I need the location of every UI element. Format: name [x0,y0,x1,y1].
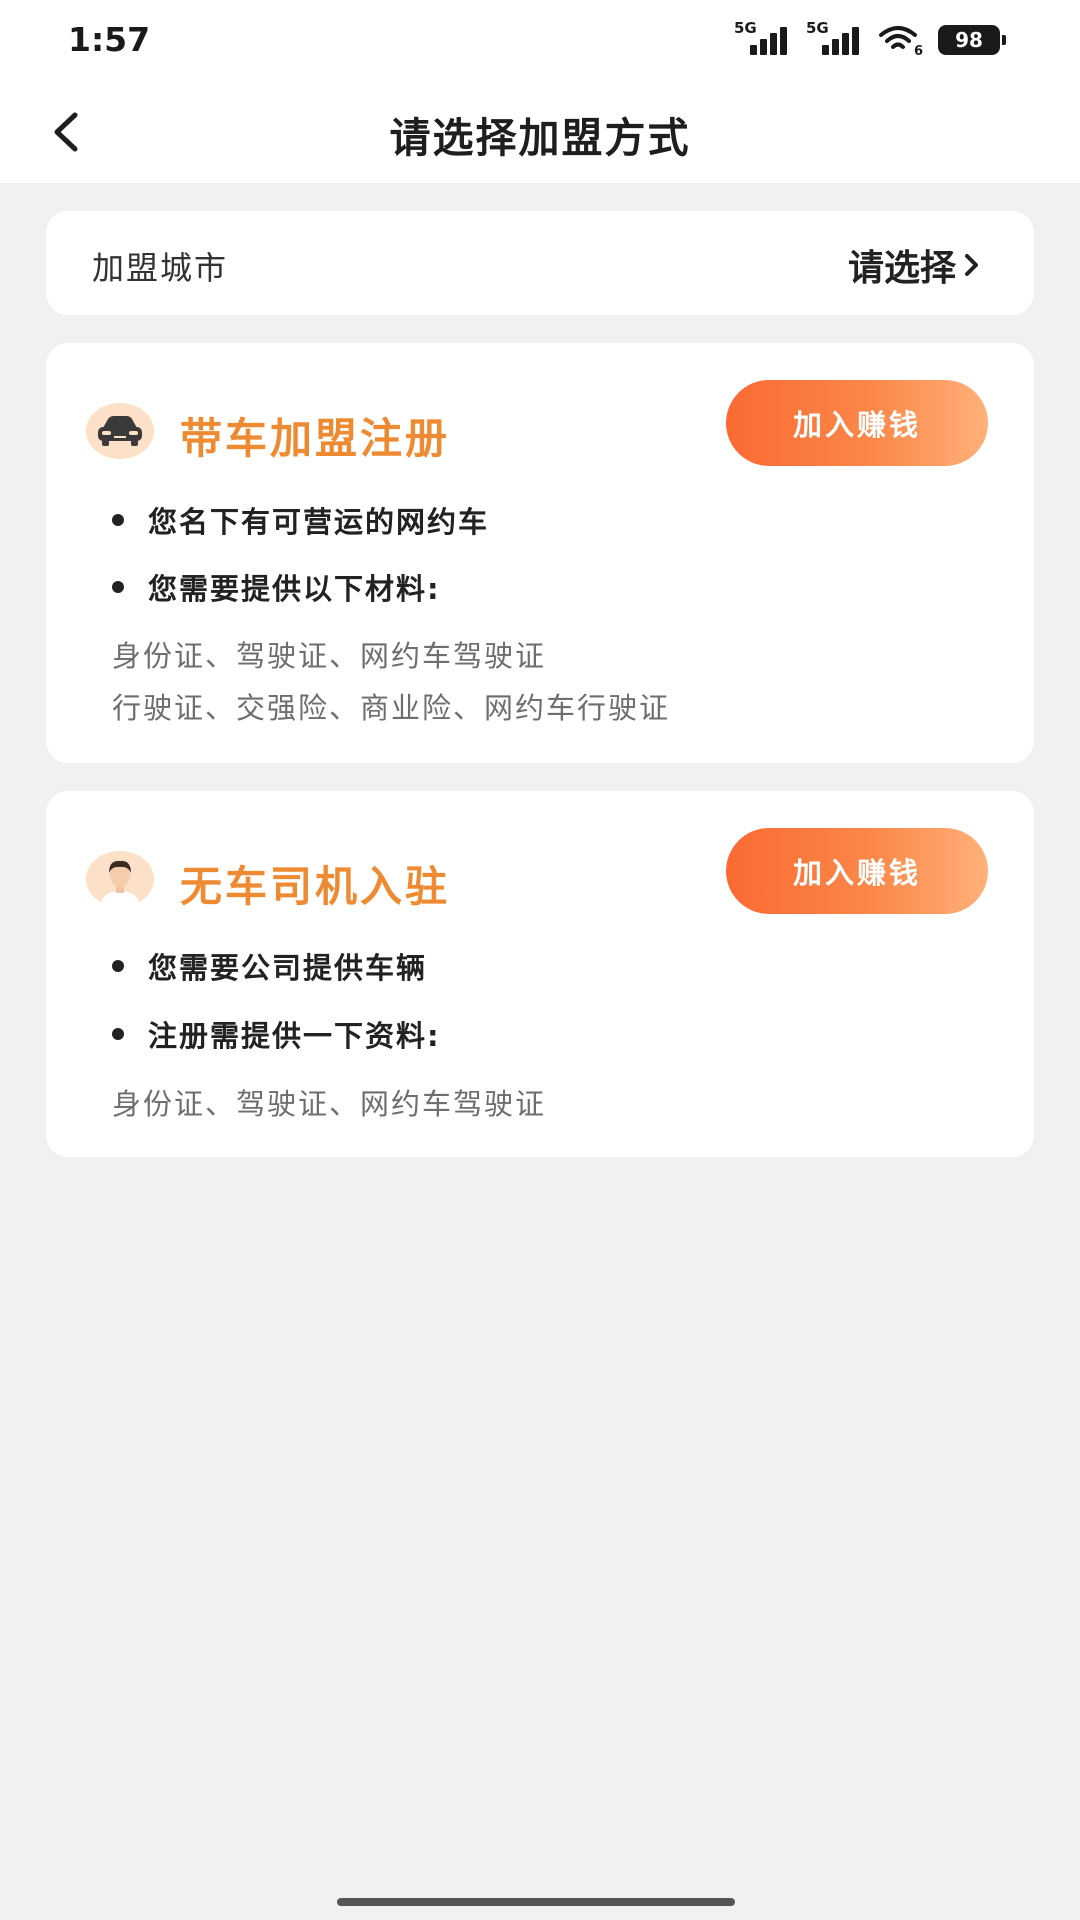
driver-avatar-icon [86,851,154,907]
city-label: 加盟城市 [92,249,229,287]
materials-line: 行驶证、交强险、商业险、网约车行驶证 [112,691,671,725]
bullet-text: 您需要提供以下材料: [148,572,441,606]
page-title: 请选择加盟方式 [389,114,691,162]
home-indicator[interactable] [337,1898,735,1906]
screen: 1:57 5G 5G 6 98 请选择加盟方式 加盟城市 请选择 带车加盟注册 … [0,0,1080,1920]
battery-icon: 98 [938,25,1006,55]
list-item: 注册需提供一下资料: [112,1013,441,1055]
bullet-text: 您需要公司提供车辆 [148,951,428,985]
bullet-dot [112,581,124,593]
list-item: 您需要公司提供车辆 [112,945,427,987]
wifi-badge: 6 [914,44,923,57]
signal-icon: 5G [806,19,864,57]
top-bar: 1:57 5G 5G 6 98 请选择加盟方式 [0,0,1080,183]
card-title: 带车加盟注册 [180,414,451,463]
join-card-without-car: 无车司机入驻 加入赚钱 您需要公司提供车辆 注册需提供一下资料: 身份证、驾驶证… [46,791,1034,1157]
join-earn-button[interactable]: 加入赚钱 [726,380,988,466]
list-item: 您名下有可营运的网约车 [112,499,489,541]
city-select-button[interactable]: 请选择 [848,239,982,291]
bullet-dot [112,960,124,972]
list-item: 您需要提供以下材料: [112,566,441,608]
materials-line: 身份证、驾驶证、网约车驾驶证 [112,639,547,673]
join-card-with-car: 带车加盟注册 加入赚钱 您名下有可营运的网约车 您需要提供以下材料: 身份证、驾… [46,343,1034,763]
bullet-text: 注册需提供一下资料: [148,1019,441,1053]
city-select-label: 请选择 [847,248,956,289]
signal-icon: 5G [734,19,792,57]
car-icon [86,403,154,459]
city-selector-row[interactable]: 加盟城市 请选择 [46,211,1034,315]
status-icons: 5G 5G 6 98 [734,19,1006,58]
signal-label: 5G [734,19,757,37]
materials-line: 身份证、驾驶证、网约车驾驶证 [112,1087,547,1121]
chevron-right-icon [965,254,978,276]
join-earn-button[interactable]: 加入赚钱 [726,828,988,914]
status-time: 1:57 [68,20,151,59]
signal-label: 5G [806,19,829,37]
bullet-text: 您名下有可营运的网约车 [148,505,490,539]
bullet-dot [112,1028,124,1040]
wifi-icon: 6 [879,26,923,57]
card-title: 无车司机入驻 [180,862,451,911]
bullet-dot [112,514,124,526]
